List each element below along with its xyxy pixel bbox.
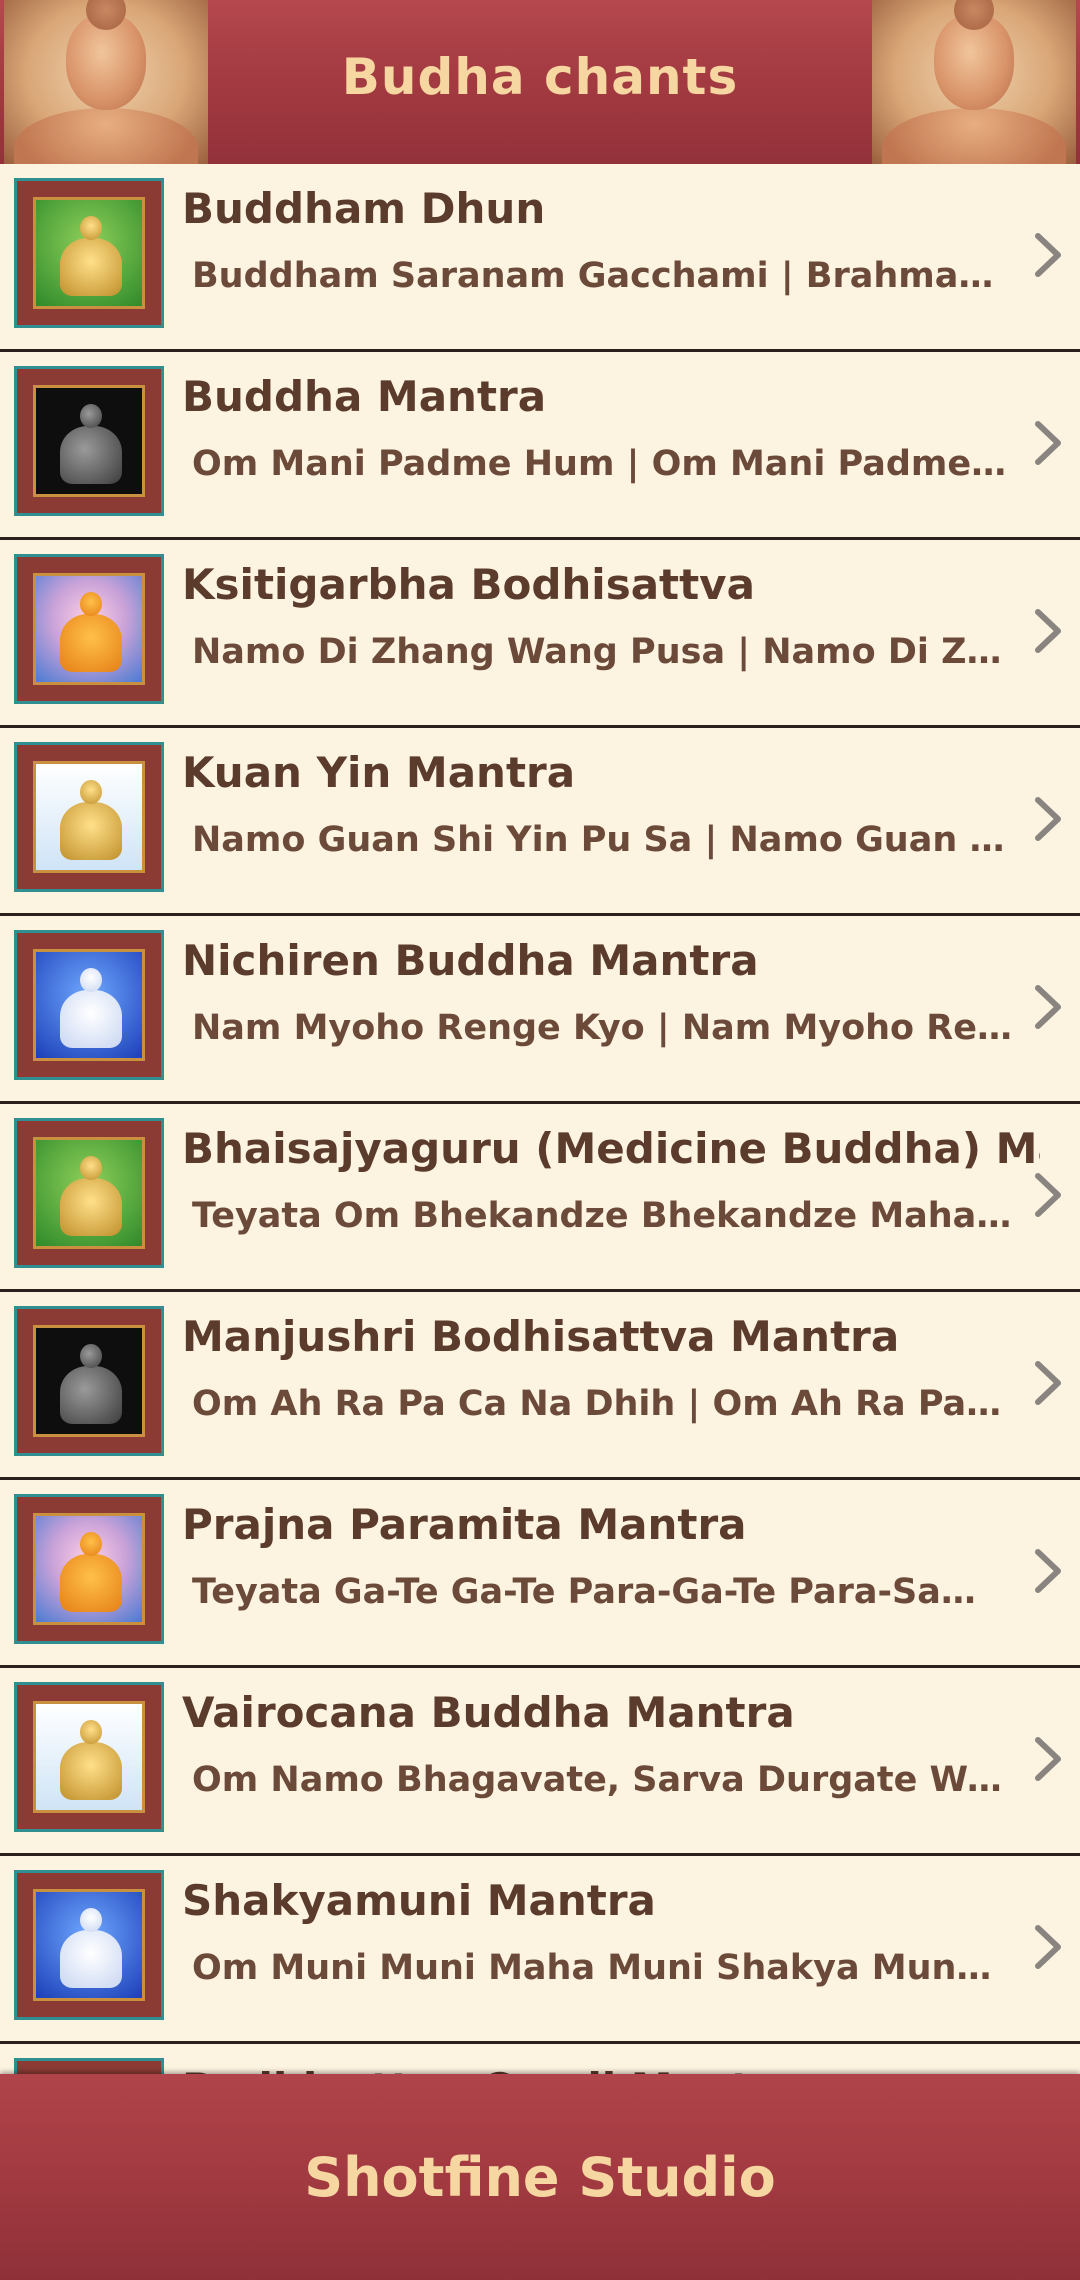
buddha-image: [33, 949, 145, 1061]
chant-title: Buddham Dhun: [182, 184, 546, 233]
chevron-right-icon[interactable]: [1028, 416, 1068, 470]
list-item[interactable]: Prajna Paramita Mantra Teyata Ga-Te Ga-Te…: [0, 1480, 1080, 1668]
chevron-right-icon[interactable]: [1028, 980, 1068, 1034]
buddha-image: [33, 385, 145, 497]
chant-list[interactable]: Buddham Dhun Buddham Saranam Gacchami | B…: [0, 164, 1080, 2074]
chant-title: Shakyamuni Mantra: [182, 1876, 656, 1925]
chant-subtitle: Teyata Om Bhekandze Bhekandze Maha Bheka…: [192, 1196, 1012, 1236]
chant-thumbnail: [14, 1306, 164, 1456]
chant-title: Bodhisattva Cundi Mantra: [182, 2064, 1040, 2074]
chant-thumbnail: [14, 1118, 164, 1268]
buddha-header-image-right: [872, 0, 1076, 164]
chevron-right-icon[interactable]: [1028, 1920, 1068, 1974]
chant-subtitle: Nam Myoho Renge Kyo | Nam Myoho Renge Ky…: [192, 1008, 1012, 1048]
chant-thumbnail: [14, 2058, 164, 2074]
buddha-image: [33, 573, 145, 685]
list-item[interactable]: Shakyamuni Mantra Om Muni Muni Maha Muni …: [0, 1856, 1080, 2044]
chant-title: Manjushri Bodhisattva Mantra: [182, 1312, 900, 1361]
chant-thumbnail: [14, 554, 164, 704]
chant-title: Ksitigarbha Bodhisattva: [182, 560, 755, 609]
chant-thumbnail: [14, 1870, 164, 2020]
chant-title: Prajna Paramita Mantra: [182, 1500, 747, 1549]
chevron-right-icon[interactable]: [1028, 792, 1068, 846]
chant-subtitle: Om Muni Muni Maha Muni Shakya Munaye Sva…: [192, 1948, 1012, 1988]
chant-subtitle: Namo Guan Shi Yin Pu Sa | Namo Guan Shi …: [192, 820, 1012, 860]
list-item[interactable]: Bhaisajyaguru (Medicine Buddha) Mantra Te…: [0, 1104, 1080, 1292]
list-item[interactable]: Buddha Mantra Om Mani Padme Hum | Om Mani…: [0, 352, 1080, 540]
chevron-right-icon[interactable]: [1028, 1168, 1068, 1222]
chevron-right-icon[interactable]: [1028, 1356, 1068, 1410]
chant-thumbnail: [14, 930, 164, 1080]
chant-thumbnail: [14, 1494, 164, 1644]
chant-title: Vairocana Buddha Mantra: [182, 1688, 795, 1737]
chant-thumbnail: [14, 1682, 164, 1832]
chant-subtitle: Om Namo Bhagavate, Sarva Durgate Wana So…: [192, 1760, 1012, 1800]
chant-thumbnail: [14, 742, 164, 892]
chevron-right-icon[interactable]: [1028, 1544, 1068, 1598]
chant-subtitle: Namo Di Zhang Wang Pusa | Namo Di Zhang …: [192, 632, 1012, 672]
buddha-image: [33, 1701, 145, 1813]
footer-banner[interactable]: Shotfine Studio: [0, 2074, 1080, 2280]
chant-title: Bhaisajyaguru (Medicine Buddha) Mantra: [182, 1124, 1040, 1173]
chant-subtitle: Om Mani Padme Hum | Om Mani Padme Hum: [192, 444, 1012, 484]
list-item[interactable]: Vairocana Buddha Mantra Om Namo Bhagavate…: [0, 1668, 1080, 1856]
chant-title: Buddha Mantra: [182, 372, 547, 421]
list-item[interactable]: Buddham Dhun Buddham Saranam Gacchami | B…: [0, 164, 1080, 352]
footer-studio-name: Shotfine Studio: [304, 2146, 776, 2209]
chant-title: Nichiren Buddha Mantra: [182, 936, 759, 985]
buddha-image: [33, 1513, 145, 1625]
buddha-image: [33, 761, 145, 873]
chant-thumbnail: [14, 366, 164, 516]
buddha-image: [33, 1137, 145, 1249]
app-header: Budha chants: [0, 0, 1080, 164]
list-item[interactable]: Kuan Yin Mantra Namo Guan Shi Yin Pu Sa |…: [0, 728, 1080, 916]
list-item[interactable]: Ksitigarbha Bodhisattva Namo Di Zhang Wan…: [0, 540, 1080, 728]
buddha-image: [33, 197, 145, 309]
buddha-image: [33, 1325, 145, 1437]
list-item[interactable]: Bodhisattva Cundi Mantra: [0, 2044, 1080, 2074]
chant-thumbnail: [14, 178, 164, 328]
list-item[interactable]: Nichiren Buddha Mantra Nam Myoho Renge Ky…: [0, 916, 1080, 1104]
buddha-image: [33, 1889, 145, 2001]
chant-subtitle: Teyata Ga-Te Ga-Te Para-Ga-Te Para-Sam-G…: [192, 1572, 1012, 1612]
chevron-right-icon[interactable]: [1028, 1732, 1068, 1786]
list-item[interactable]: Manjushri Bodhisattva Mantra Om Ah Ra Pa …: [0, 1292, 1080, 1480]
chevron-right-icon[interactable]: [1028, 604, 1068, 658]
chant-title: Kuan Yin Mantra: [182, 748, 576, 797]
chant-subtitle: Buddham Saranam Gacchami | Brahmam Saran…: [192, 256, 1012, 296]
chevron-right-icon[interactable]: [1028, 228, 1068, 282]
chant-subtitle: Om Ah Ra Pa Ca Na Dhih | Om Ah Ra Pa Ca …: [192, 1384, 1012, 1424]
